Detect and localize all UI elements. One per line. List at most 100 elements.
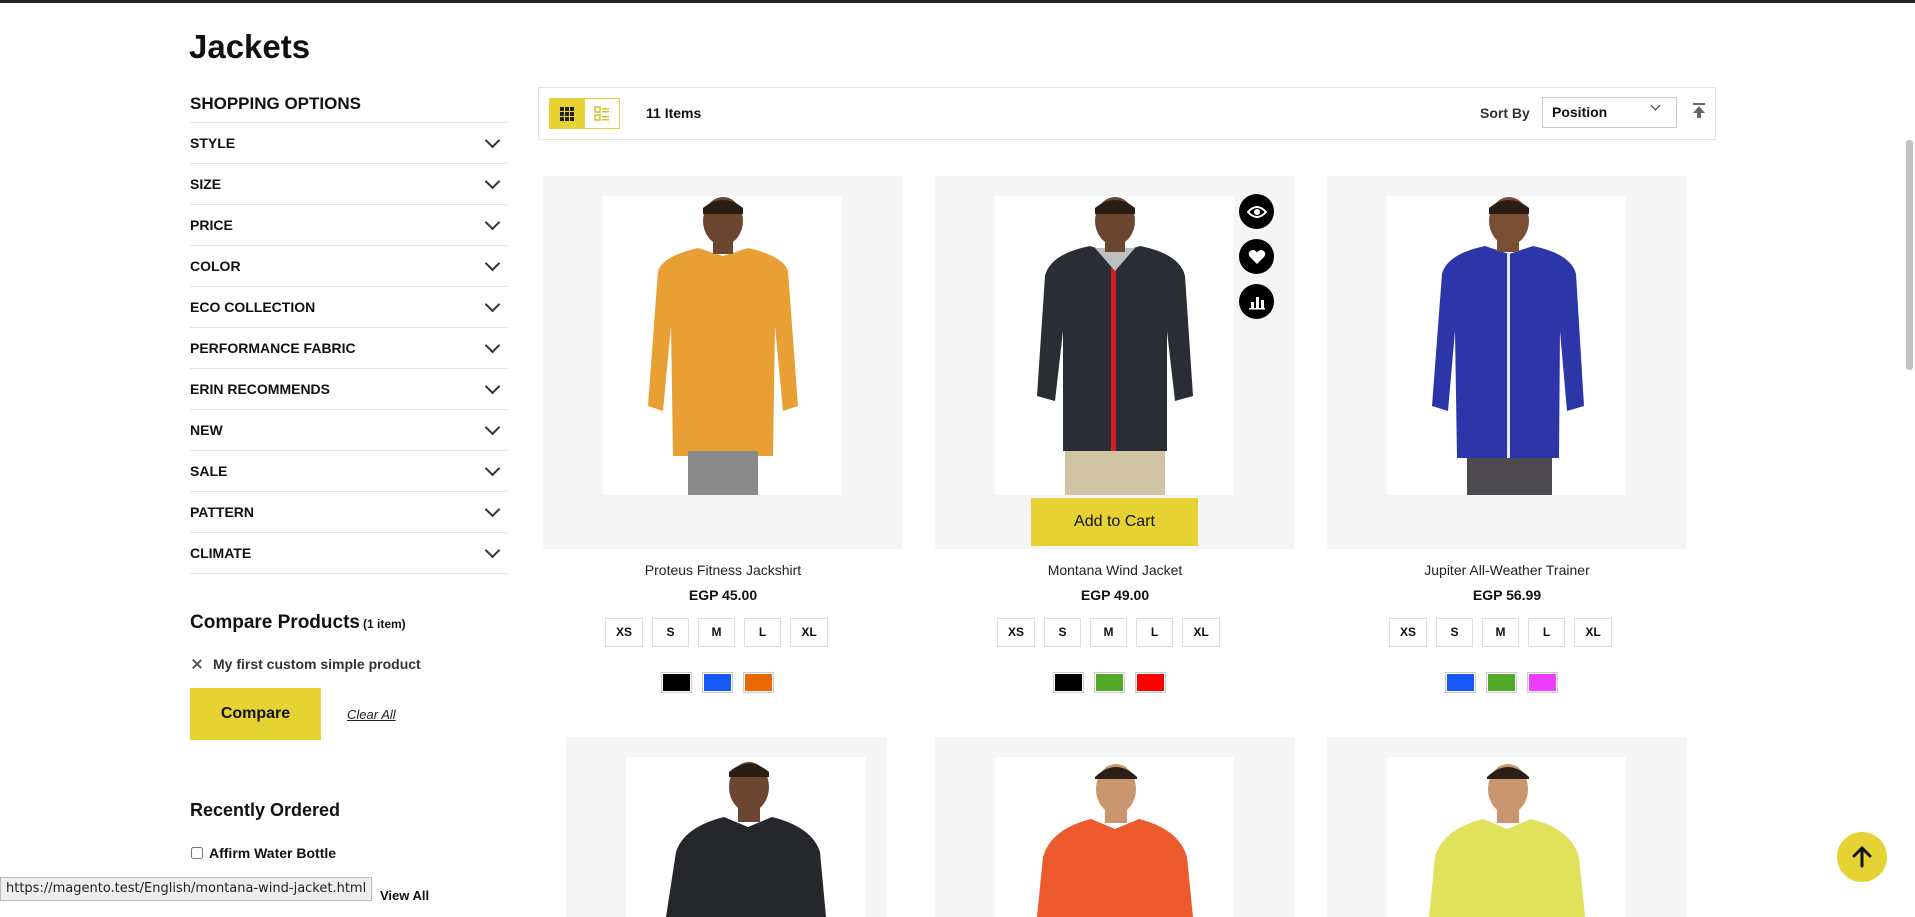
size-options: XS S M L XL: [605, 618, 828, 647]
compare-item-name[interactable]: My first custom simple product: [213, 656, 421, 672]
arrow-up-icon: [1693, 103, 1705, 118]
filter-label: STYLE: [190, 135, 236, 151]
product-card[interactable]: Jupiter All-Weather Trainer EGP 56.99 XS…: [1327, 176, 1686, 693]
chevron-down-icon: [484, 214, 501, 230]
product-name[interactable]: Jupiter All-Weather Trainer: [1327, 562, 1687, 578]
chevron-down-icon: [484, 337, 501, 353]
recently-ordered-checkbox[interactable]: [191, 847, 203, 859]
filter-label: CLIMATE: [190, 545, 252, 561]
size-option[interactable]: M: [1090, 618, 1127, 647]
status-bar-url: https://magento.test/English/montana-win…: [0, 877, 373, 901]
list-view-button[interactable]: [584, 98, 620, 129]
size-option[interactable]: XL: [1182, 618, 1220, 647]
product-image[interactable]: [603, 196, 842, 495]
arrow-up-icon: [1852, 846, 1872, 868]
grid-view-button[interactable]: [549, 98, 585, 129]
scroll-to-top-button[interactable]: [1837, 832, 1887, 882]
top-border: [0, 0, 1915, 3]
wishlist-heart-icon: [1248, 249, 1265, 264]
product-image[interactable]: [995, 757, 1234, 917]
chevron-down-icon: [1650, 100, 1661, 111]
clear-all-link[interactable]: Clear All: [347, 707, 396, 722]
size-option[interactable]: XS: [605, 618, 643, 647]
filter-label: ECO COLLECTION: [190, 299, 316, 315]
color-swatch[interactable]: [1527, 672, 1558, 693]
compare-actions: Compare Clear All: [190, 688, 508, 740]
add-to-compare-button[interactable]: [1239, 284, 1274, 319]
size-options: XS S M L XL: [997, 618, 1220, 647]
filter-style[interactable]: STYLE: [190, 123, 508, 164]
sort-by-label: Sort By: [1480, 105, 1530, 121]
size-option[interactable]: XL: [790, 618, 828, 647]
filter-label: COLOR: [190, 258, 241, 274]
filter-price[interactable]: PRICE: [190, 205, 508, 246]
product-card[interactable]: [1327, 737, 1686, 917]
filter-color[interactable]: COLOR: [190, 246, 508, 287]
quick-view-icon: [1246, 205, 1267, 218]
jacket-shape: [666, 817, 826, 917]
filter-label: PATTERN: [190, 504, 255, 520]
compare-products-block: Compare Products (1 item) My first custom…: [190, 612, 508, 740]
wishlist-button[interactable]: [1239, 239, 1274, 274]
chevron-down-icon: [484, 460, 501, 476]
filter-eco-collection[interactable]: ECO COLLECTION: [190, 287, 508, 328]
scrollbar-thumb[interactable]: [1906, 140, 1913, 370]
product-image[interactable]: [1387, 757, 1626, 917]
filter-size[interactable]: SIZE: [190, 164, 508, 205]
filter-new[interactable]: NEW: [190, 410, 508, 451]
size-option[interactable]: XS: [997, 618, 1035, 647]
quick-view-button[interactable]: [1239, 194, 1274, 229]
filter-performance-fabric[interactable]: PERFORMANCE FABRIC: [190, 328, 508, 369]
filter-climate[interactable]: CLIMATE: [190, 533, 508, 574]
size-option[interactable]: L: [744, 618, 781, 647]
size-option[interactable]: S: [1436, 618, 1473, 647]
color-swatch[interactable]: [1094, 672, 1125, 693]
color-swatch[interactable]: [743, 672, 774, 693]
color-swatch[interactable]: [1053, 672, 1084, 693]
view-all-link[interactable]: View All: [380, 888, 429, 903]
product-card[interactable]: Add to Cart Montana Wind Jacket EGP 49.0…: [935, 176, 1294, 693]
product-card[interactable]: [935, 737, 1294, 917]
size-option[interactable]: XL: [1574, 618, 1612, 647]
compare-count: (1 item): [362, 617, 406, 631]
sort-by-select[interactable]: Position: [1542, 97, 1677, 128]
page-title: Jackets: [189, 28, 311, 65]
size-option[interactable]: M: [698, 618, 735, 647]
products-toolbar: 11 Items Sort By Position: [538, 87, 1716, 140]
compare-item: My first custom simple product: [190, 656, 508, 672]
product-name[interactable]: Montana Wind Jacket: [935, 562, 1295, 578]
compare-button[interactable]: Compare: [190, 688, 321, 740]
filter-erin-recommends[interactable]: ERIN RECOMMENDS: [190, 369, 508, 410]
size-option[interactable]: XS: [1389, 618, 1427, 647]
filter-pattern[interactable]: PATTERN: [190, 492, 508, 533]
filter-sale[interactable]: SALE: [190, 451, 508, 492]
remove-x-icon[interactable]: [192, 659, 202, 669]
recently-ordered-item-name[interactable]: Affirm Water Bottle: [209, 845, 336, 861]
product-price: EGP 49.00: [1080, 587, 1150, 603]
product-image[interactable]: [1387, 196, 1626, 495]
color-swatches: [661, 672, 774, 693]
product-image[interactable]: [995, 196, 1234, 495]
product-name[interactable]: Proteus Fitness Jackshirt: [543, 562, 903, 578]
size-option[interactable]: L: [1136, 618, 1173, 647]
size-option[interactable]: S: [1044, 618, 1081, 647]
product-card[interactable]: Proteus Fitness Jackshirt EGP 45.00 XS S…: [543, 176, 902, 693]
color-swatch[interactable]: [661, 672, 692, 693]
size-option[interactable]: L: [1528, 618, 1565, 647]
sort-direction-button[interactable]: [1691, 101, 1707, 121]
color-swatch[interactable]: [1135, 672, 1166, 693]
color-swatch[interactable]: [1486, 672, 1517, 693]
chevron-down-icon: [484, 419, 501, 435]
product-card[interactable]: [566, 737, 886, 917]
color-swatch[interactable]: [1445, 672, 1476, 693]
size-option[interactable]: S: [652, 618, 689, 647]
product-image[interactable]: [626, 757, 866, 917]
compare-heading: Compare Products (1 item): [190, 612, 508, 634]
filter-label: ERIN RECOMMENDS: [190, 381, 331, 397]
size-option[interactable]: M: [1482, 618, 1519, 647]
filter-label: SIZE: [190, 176, 222, 192]
add-to-cart-button[interactable]: Add to Cart: [1031, 498, 1198, 546]
product-price: EGP 56.99: [1472, 587, 1542, 603]
color-swatch[interactable]: [702, 672, 733, 693]
compare-title: Compare Products: [190, 612, 360, 633]
